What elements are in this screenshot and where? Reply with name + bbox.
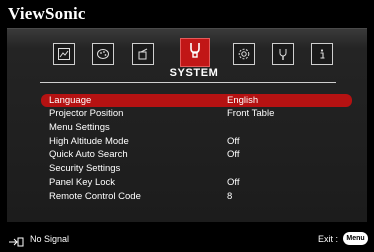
menu-item-value: Off bbox=[227, 136, 240, 147]
wrench-icon bbox=[276, 47, 290, 61]
image-icon bbox=[57, 47, 71, 61]
menu-item-label: Panel Key Lock bbox=[49, 177, 116, 188]
menu-item-security-settings[interactable]: Security Settings bbox=[41, 162, 352, 175]
menu-item-label: Security Settings bbox=[49, 163, 121, 174]
menu-item-value: Off bbox=[227, 149, 240, 160]
system-icon bbox=[187, 41, 203, 64]
menu-item-menu-settings[interactable]: Menu Settings bbox=[41, 121, 352, 134]
menu-item-quick-auto-search[interactable]: Quick Auto Search Off bbox=[41, 148, 352, 161]
menu-panel: SYSTEM Language English Projector Positi… bbox=[7, 28, 367, 222]
tab-information[interactable] bbox=[311, 43, 333, 65]
palette-icon bbox=[96, 47, 110, 61]
menu-item-panel-key-lock[interactable]: Panel Key Lock Off bbox=[41, 176, 352, 189]
menu-item-label: High Altitude Mode bbox=[49, 136, 129, 147]
tab-advanced[interactable] bbox=[233, 43, 255, 65]
signal-status: No Signal bbox=[30, 234, 70, 244]
tab-audio[interactable] bbox=[132, 43, 154, 65]
menu-item-value: English bbox=[227, 95, 259, 106]
input-source-icon bbox=[8, 234, 24, 252]
brand-logo: ViewSonic bbox=[8, 4, 86, 23]
menu-item-value: Off bbox=[227, 177, 240, 188]
divider bbox=[40, 82, 336, 83]
menu-item-label: Projector Position bbox=[49, 108, 124, 119]
projector-osd: ViewSonic SYSTEM Language English Projec… bbox=[0, 0, 374, 251]
brand-bar: ViewSonic bbox=[0, 0, 374, 27]
tab-color[interactable] bbox=[92, 43, 114, 65]
tab-display[interactable] bbox=[53, 43, 75, 65]
gear-icon bbox=[237, 47, 251, 61]
exit-label: Exit : bbox=[318, 234, 339, 244]
active-tab-title: SYSTEM bbox=[169, 67, 219, 79]
menu-key-badge[interactable]: Menu bbox=[343, 232, 368, 245]
info-icon bbox=[315, 47, 329, 61]
tab-tools[interactable] bbox=[272, 43, 294, 65]
menu-item-remote-control-code[interactable]: Remote Control Code 8 bbox=[41, 190, 352, 203]
menu-item-label: Language bbox=[49, 95, 92, 106]
menu-item-language[interactable]: Language English bbox=[41, 94, 352, 107]
status-bar: No Signal Exit : Menu bbox=[0, 222, 374, 251]
audio-icon bbox=[136, 47, 150, 61]
menu-item-projector-position[interactable]: Projector Position Front Table bbox=[41, 107, 352, 120]
tab-system[interactable] bbox=[180, 38, 210, 67]
menu-item-high-altitude-mode[interactable]: High Altitude Mode Off bbox=[41, 135, 352, 148]
menu-item-label: Quick Auto Search bbox=[49, 149, 128, 160]
menu-item-value: 8 bbox=[227, 191, 233, 202]
menu-item-label: Remote Control Code bbox=[49, 191, 141, 202]
menu-item-label: Menu Settings bbox=[49, 122, 110, 133]
menu-item-value: Front Table bbox=[227, 108, 275, 119]
